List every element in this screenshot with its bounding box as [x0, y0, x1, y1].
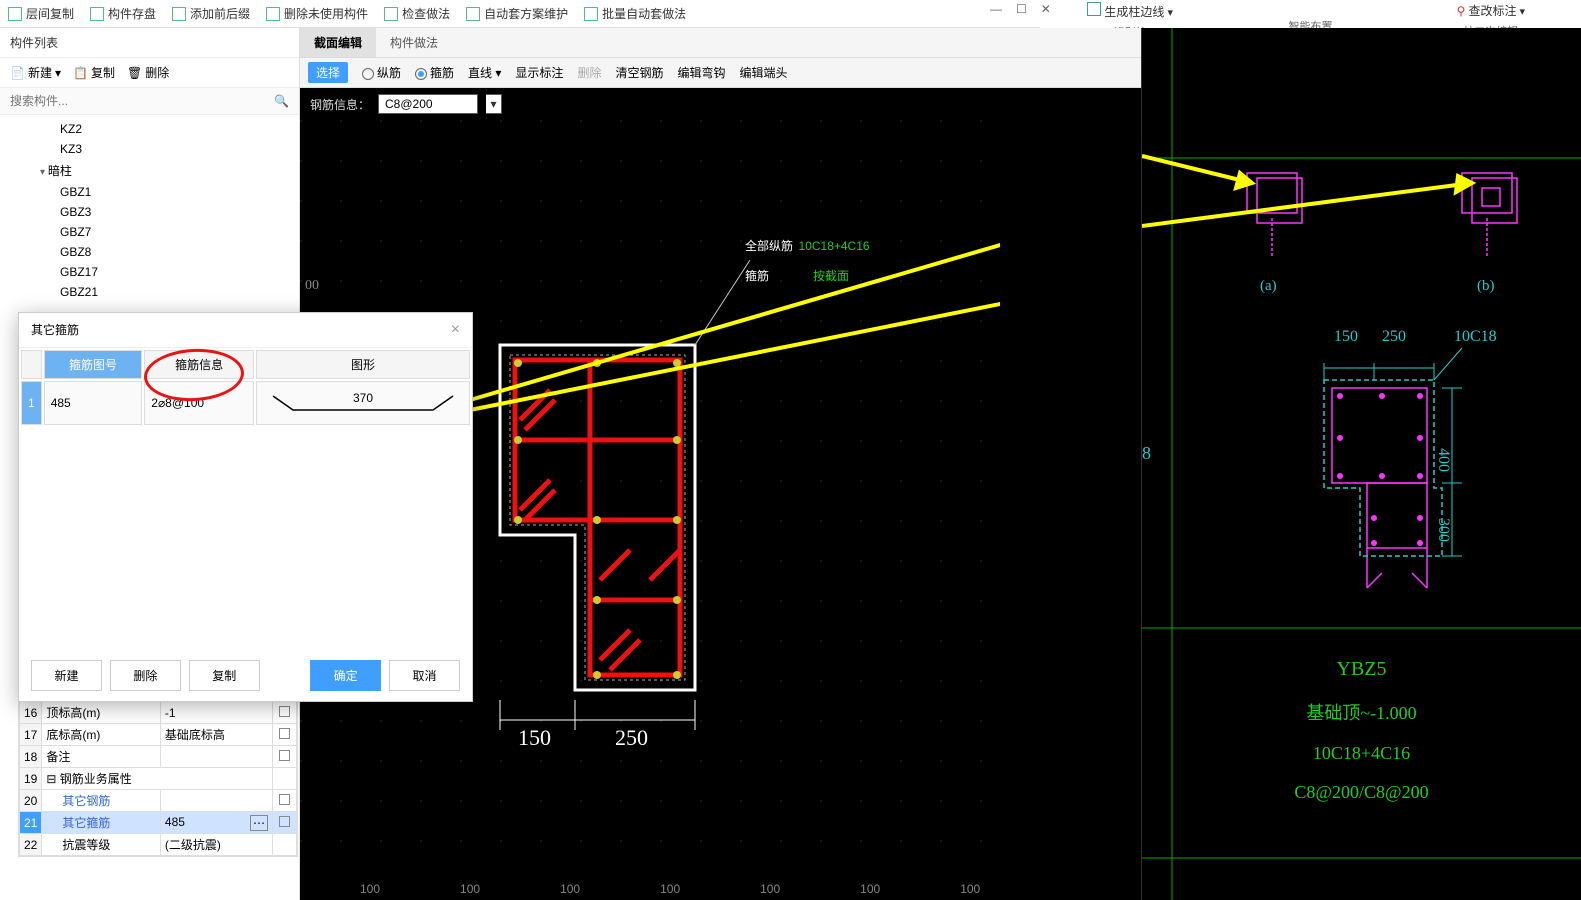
stirrup-table: 箍筋图号 箍筋信息 图形 1 485 2⌀8@100 370	[19, 348, 472, 427]
delete-button[interactable]: 🗑 删除	[127, 64, 169, 81]
tb-batch-auto[interactable]: 批量自动套做法	[584, 5, 686, 22]
tb-auto-scheme[interactable]: 自动套方案维护	[466, 5, 568, 22]
ref-8: 8	[1142, 443, 1151, 464]
ref-name: YBZ5	[1142, 658, 1581, 681]
tool-clear-rebar[interactable]: 清空钢筋	[615, 64, 663, 81]
tab-section-edit[interactable]: 截面编辑	[300, 28, 376, 57]
tree-item[interactable]: GBZ3	[0, 202, 299, 222]
ref-bars: 10C18+4C16	[1142, 743, 1581, 764]
cell-stirrup-info[interactable]: 2⌀8@100	[144, 381, 254, 425]
ref-10c18: 10C18	[1454, 328, 1497, 346]
table-row[interactable]: 1 485 2⌀8@100 370	[21, 381, 470, 425]
table-row[interactable]: 20其它钢筋	[20, 790, 297, 812]
ann-all-long: 全部纵筋 10C18+4C16	[745, 230, 870, 256]
tool-edit-end[interactable]: 编辑端头	[739, 64, 787, 81]
other-stirrup-dialog: 其它箍筋 × 箍筋图号 箍筋信息 图形 1 485 2⌀8@100 370 新建…	[18, 312, 473, 702]
dialog-title: 其它箍筋	[31, 321, 79, 339]
search-icon: 🔍	[274, 94, 289, 108]
table-row[interactable]: 19⊟ 钢筋业务属性	[20, 768, 297, 790]
tb-del-unused[interactable]: 删除未使用构件	[266, 5, 368, 22]
table-row[interactable]: 22抗震等级(二级抗震)	[20, 834, 297, 856]
shape-dim: 370	[353, 391, 373, 405]
rt-check-annot[interactable]: ⚲ 查改标注 ▾	[1401, 2, 1581, 19]
table-row[interactable]: 18备注	[20, 746, 297, 768]
tool-edit-hook[interactable]: 编辑弯钩	[677, 64, 725, 81]
tab-method[interactable]: 构件做法	[376, 28, 452, 57]
tb-layer-copy[interactable]: 层间复制	[8, 5, 74, 22]
ref-d150: 150	[1334, 328, 1358, 346]
tree-item[interactable]: GBZ21	[0, 282, 299, 302]
modal-new-button[interactable]: 新建	[31, 660, 102, 691]
tree-item[interactable]: GBZ17	[0, 262, 299, 282]
search-input[interactable]	[0, 88, 299, 115]
tb-check-method[interactable]: 检查做法	[384, 5, 450, 22]
tree-item[interactable]: GBZ1	[0, 182, 299, 202]
ann-stirrup: 箍筋 按截面	[745, 255, 849, 287]
tool-line[interactable]: 直线 ▾	[468, 64, 501, 81]
close-icon[interactable]: ×	[451, 321, 460, 339]
new-button[interactable]: 📄 新建 ▾	[10, 64, 61, 81]
rebar-info-dropdown[interactable]: ▾	[486, 94, 502, 114]
table-row[interactable]: 17底标高(m)基础底标高	[20, 724, 297, 746]
window-close-icon[interactable]: ✕	[1041, 2, 1051, 16]
modal-copy-button[interactable]: 复制	[189, 660, 260, 691]
table-row[interactable]: 16顶标高(m)-1	[20, 702, 297, 724]
col-stirrup-info[interactable]: 箍筋信息	[144, 350, 254, 379]
cell-shape[interactable]: 370	[256, 381, 470, 425]
rt-gen-border[interactable]: 生成柱边线 ▾	[1040, 2, 1220, 20]
ref-stir: C8@200/C8@200	[1142, 782, 1581, 803]
window-max-icon[interactable]: ☐	[1016, 2, 1027, 16]
tb-save-component[interactable]: 构件存盘	[90, 5, 156, 22]
dim-250: 250	[615, 725, 648, 751]
component-tree: KZ2 KZ3 暗柱 GBZ1 GBZ3 GBZ7 GBZ8 GBZ17 GBZ…	[0, 115, 299, 306]
ref-d400: 400	[1434, 448, 1452, 472]
rebar-info-input[interactable]	[378, 94, 478, 114]
tree-item[interactable]: KZ2	[0, 119, 299, 139]
window-min-icon[interactable]: —	[990, 2, 1002, 16]
dim-150: 150	[518, 725, 551, 751]
col-shape[interactable]: 图形	[256, 350, 470, 379]
ref-d300: 300	[1434, 518, 1452, 542]
ok-button[interactable]: 确定	[310, 660, 381, 691]
tree-item[interactable]: GBZ7	[0, 222, 299, 242]
tool-delete[interactable]: 删除	[577, 64, 601, 81]
tree-item[interactable]: GBZ8	[0, 242, 299, 262]
radio-longitudinal[interactable]: 纵筋	[362, 64, 401, 81]
select-mode[interactable]: 选择	[308, 62, 348, 83]
panel-title: 构件列表	[0, 28, 299, 58]
radio-stirrup[interactable]: 箍筋	[415, 64, 454, 81]
cell-shape-num[interactable]: 485	[44, 381, 143, 425]
property-grid: 16顶标高(m)-1 17底标高(m)基础底标高 18备注 19⊟ 钢筋业务属性…	[18, 700, 298, 857]
tb-add-prefix[interactable]: 添加前后缀	[172, 5, 250, 22]
table-row-selected[interactable]: 21其它箍筋485 ⋯	[20, 812, 297, 834]
tool-show-dim[interactable]: 显示标注	[515, 64, 563, 81]
ruler-00: 00	[305, 278, 319, 294]
tree-group[interactable]: 暗柱	[0, 159, 299, 182]
reference-panel: (a) (b) 150 250 10C18 400 300 8 YBZ5 基础顶…	[1141, 28, 1581, 900]
ref-d250: 250	[1382, 328, 1406, 346]
ref-elev: 基础顶~-1.000	[1142, 699, 1581, 725]
col-shape-num[interactable]: 箍筋图号	[44, 350, 143, 379]
copy-button[interactable]: 📋 复制	[73, 64, 115, 81]
cancel-button[interactable]: 取消	[389, 660, 460, 691]
rebar-info-label: 钢筋信息：	[310, 96, 370, 113]
tree-item[interactable]: KZ3	[0, 139, 299, 159]
modal-delete-button[interactable]: 删除	[110, 660, 181, 691]
